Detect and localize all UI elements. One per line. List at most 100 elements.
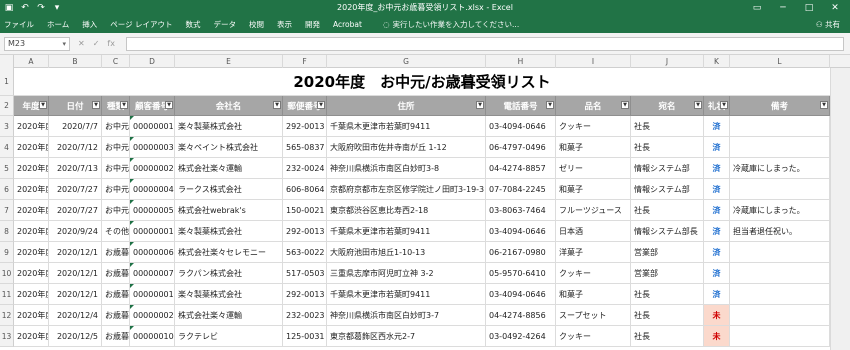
customer-no-cell[interactable]: 00000001 — [130, 284, 175, 305]
type-cell[interactable]: お歳暮 — [102, 305, 130, 326]
type-cell[interactable]: お歳暮 — [102, 263, 130, 284]
phone-cell[interactable]: 06-4797-0496 — [486, 137, 556, 158]
zip-cell[interactable]: 292-0013 — [283, 284, 327, 305]
year-cell[interactable]: 2020年度 — [14, 158, 49, 179]
filter-dropdown-icon[interactable]: ▼ — [720, 101, 728, 109]
customer-no-cell[interactable]: 00000005 — [130, 200, 175, 221]
column-header-c[interactable]: C — [102, 55, 130, 68]
row-header-2[interactable]: 2 — [0, 96, 14, 116]
column-header-g[interactable]: G — [327, 55, 486, 68]
row-header-8[interactable]: 8 — [0, 221, 14, 242]
address-cell[interactable]: 京都府京都市左京区修学院辻ノ田町3-19-3 — [327, 179, 486, 200]
row-header-12[interactable]: 12 — [0, 305, 14, 326]
company-cell[interactable]: 楽々製薬株式会社 — [175, 221, 283, 242]
phone-cell[interactable]: 03-8063-7464 — [486, 200, 556, 221]
thanks-letter-cell[interactable]: 未 — [704, 326, 730, 347]
phone-cell[interactable]: 03-0492-4264 — [486, 326, 556, 347]
company-cell[interactable]: 株式会社楽々運輸 — [175, 158, 283, 179]
tab-acrobat[interactable]: Acrobat — [333, 20, 362, 29]
customer-no-cell[interactable]: 00000003 — [130, 137, 175, 158]
header-col-type[interactable]: 種類 ▼ — [102, 96, 130, 116]
year-cell[interactable]: 2020年度 — [14, 326, 49, 347]
customer-no-cell[interactable]: 00000006 — [130, 242, 175, 263]
tab-formulas[interactable]: 数式 — [186, 19, 201, 30]
year-cell[interactable]: 2020年度 — [14, 137, 49, 158]
header-col-company[interactable]: 会社名 ▼ — [175, 96, 283, 116]
tab-view[interactable]: 表示 — [277, 19, 292, 30]
tab-home[interactable]: ホーム — [47, 19, 69, 30]
column-header-h[interactable]: H — [486, 55, 556, 68]
address-cell[interactable]: 東京都渋谷区恵比寿西2-18 — [327, 200, 486, 221]
notes-cell[interactable] — [730, 284, 830, 305]
zip-cell[interactable]: 232-0023 — [283, 305, 327, 326]
date-cell[interactable]: 2020/12/5 — [49, 326, 102, 347]
item-cell[interactable]: 洋菓子 — [556, 242, 631, 263]
header-col-zip[interactable]: 郵便番号 ▼ — [283, 96, 327, 116]
notes-cell[interactable] — [730, 179, 830, 200]
type-cell[interactable]: お中元 — [102, 116, 130, 137]
company-cell[interactable]: ラクテレビ — [175, 326, 283, 347]
filter-dropdown-icon[interactable]: ▼ — [120, 101, 128, 109]
thanks-letter-cell[interactable]: 済 — [704, 242, 730, 263]
customer-no-cell[interactable]: 00000002 — [130, 305, 175, 326]
row-header-11[interactable]: 11 — [0, 284, 14, 305]
tab-page-layout[interactable]: ページ レイアウト — [110, 19, 172, 30]
thanks-letter-cell[interactable]: 未 — [704, 305, 730, 326]
recipient-cell[interactable]: 営業部 — [631, 242, 704, 263]
address-cell[interactable]: 千葉県木更津市若葉町9411 — [327, 221, 486, 242]
address-cell[interactable]: 大阪府池田市旭丘1-10-13 — [327, 242, 486, 263]
notes-cell[interactable] — [730, 263, 830, 284]
date-cell[interactable]: 2020/12/1 — [49, 242, 102, 263]
phone-cell[interactable]: 06-2167-0980 — [486, 242, 556, 263]
company-cell[interactable]: ラークス株式会社 — [175, 179, 283, 200]
close-button[interactable]: ✕ — [824, 1, 846, 15]
column-header-i[interactable]: I — [556, 55, 631, 68]
address-cell[interactable]: 大阪府吹田市佐井寺南が丘 1-12 — [327, 137, 486, 158]
recipient-cell[interactable]: 社長 — [631, 284, 704, 305]
company-cell[interactable]: 株式会社楽々運輸 — [175, 305, 283, 326]
customer-no-cell[interactable]: 00000002 — [130, 158, 175, 179]
filter-dropdown-icon[interactable]: ▼ — [476, 101, 484, 109]
recipient-cell[interactable]: 社長 — [631, 200, 704, 221]
phone-cell[interactable]: 04-4274-8856 — [486, 305, 556, 326]
header-col-recipient[interactable]: 宛名 ▼ — [631, 96, 704, 116]
filter-dropdown-icon[interactable]: ▼ — [273, 101, 281, 109]
zip-cell[interactable]: 292-0013 — [283, 116, 327, 137]
address-cell[interactable]: 東京都葛飾区西水元2-7 — [327, 326, 486, 347]
phone-cell[interactable]: 03-4094-0646 — [486, 116, 556, 137]
recipient-cell[interactable]: 社長 — [631, 137, 704, 158]
name-box[interactable]: M23 ▾ — [4, 37, 70, 51]
item-cell[interactable]: クッキー — [556, 116, 631, 137]
date-cell[interactable]: 2020/7/7 — [49, 116, 102, 137]
company-cell[interactable]: 楽々ペイント株式会社 — [175, 137, 283, 158]
recipient-cell[interactable]: 社長 — [631, 326, 704, 347]
row-header-10[interactable]: 10 — [0, 263, 14, 284]
column-header-a[interactable]: A — [14, 55, 49, 68]
column-header-e[interactable]: E — [175, 55, 283, 68]
item-cell[interactable]: クッキー — [556, 263, 631, 284]
notes-cell[interactable] — [730, 242, 830, 263]
thanks-letter-cell[interactable]: 済 — [704, 116, 730, 137]
column-header-l[interactable]: L — [730, 55, 830, 68]
row-header-4[interactable]: 4 — [0, 137, 14, 158]
cancel-icon[interactable]: ✕ — [78, 38, 85, 50]
year-cell[interactable]: 2020年度 — [14, 242, 49, 263]
zip-cell[interactable]: 517-0503 — [283, 263, 327, 284]
filter-dropdown-icon[interactable]: ▼ — [39, 101, 47, 109]
address-cell[interactable]: 千葉県木更津市若葉町9411 — [327, 116, 486, 137]
date-cell[interactable]: 2020/9/24 — [49, 221, 102, 242]
date-cell[interactable]: 2020/7/27 — [49, 200, 102, 221]
type-cell[interactable]: その他 — [102, 221, 130, 242]
minimize-button[interactable]: ─ — [772, 1, 794, 15]
zip-cell[interactable]: 232-0024 — [283, 158, 327, 179]
year-cell[interactable]: 2020年度 — [14, 179, 49, 200]
year-cell[interactable]: 2020年度 — [14, 200, 49, 221]
notes-cell[interactable] — [730, 137, 830, 158]
recipient-cell[interactable]: 営業部 — [631, 263, 704, 284]
thanks-letter-cell[interactable]: 済 — [704, 158, 730, 179]
column-header-d[interactable]: D — [130, 55, 175, 68]
address-cell[interactable]: 三重県志摩市阿児町立神 3-2 — [327, 263, 486, 284]
company-cell[interactable]: ラクパン株式会社 — [175, 263, 283, 284]
notes-cell[interactable] — [730, 326, 830, 347]
date-cell[interactable]: 2020/12/1 — [49, 284, 102, 305]
